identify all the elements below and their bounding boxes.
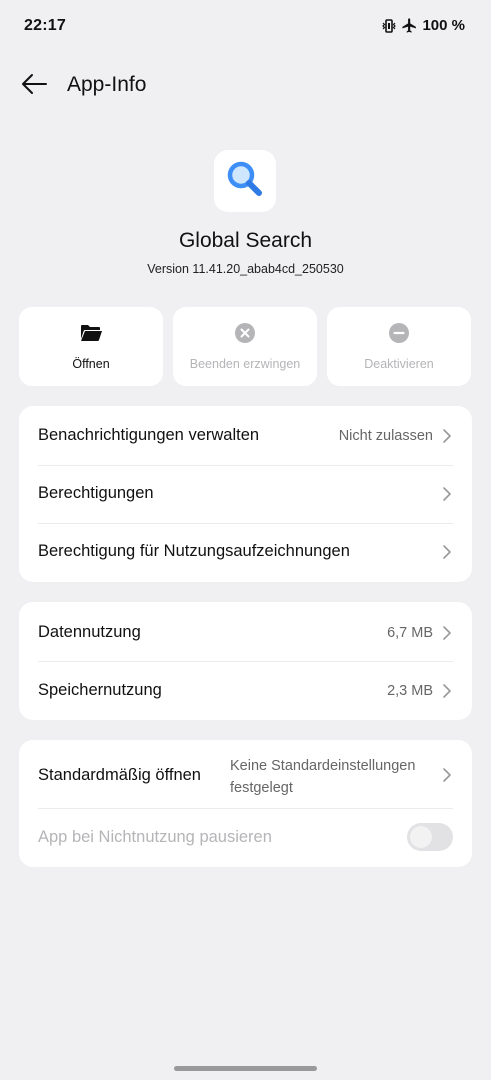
magnifier-icon (223, 157, 267, 206)
back-button[interactable] (14, 66, 54, 106)
settings-card-defaults: Standardmäßig öffnen Keine Standardeinst… (19, 740, 472, 867)
disable-label: Deaktivieren (364, 357, 434, 371)
force-stop-label: Beenden erzwingen (189, 357, 301, 371)
usage-access-title: Berechtigung für Nutzungsaufzeichnungen (38, 542, 350, 560)
close-circle-icon (234, 322, 256, 349)
open-button[interactable]: Öffnen (19, 307, 163, 386)
manage-notifications-title: Benachrichtigungen verwalten (38, 426, 260, 444)
airplane-mode-icon (401, 17, 418, 34)
app-version: Version 11.41.20_abab4cd_250530 (147, 262, 344, 276)
usage-access-row[interactable]: Berechtigung für Nutzungsaufzeichnungen (38, 524, 453, 582)
open-button-label: Öffnen (72, 357, 110, 371)
folder-icon (79, 323, 103, 348)
app-icon (214, 150, 276, 212)
status-bar: 22:17 100 % (0, 0, 491, 54)
chevron-right-icon (443, 429, 451, 443)
status-icons: 100 % (381, 17, 465, 34)
toggle-knob (410, 826, 432, 848)
battery-percentage: 100 % (422, 17, 465, 34)
storage-usage-row[interactable]: Speichernutzung 2,3 MB (38, 662, 453, 720)
data-usage-value: 6,7 MB (387, 625, 433, 641)
action-row: Öffnen Beenden erzwingen Deaktivieren (19, 307, 472, 386)
app-name: Global Search (178, 229, 313, 252)
app-bar: App-Info (0, 62, 491, 112)
arrow-left-icon (20, 72, 48, 101)
open-by-default-value-line2: festgelegt (230, 780, 293, 796)
permissions-row[interactable]: Berechtigungen (38, 466, 453, 523)
settings-card-permissions: Benachrichtigungen verwalten Nicht zulas… (19, 406, 472, 582)
pause-app-row: App bei Nichtnutzung pausieren (38, 809, 453, 867)
chevron-right-icon (443, 545, 451, 559)
chevron-right-icon (443, 626, 451, 640)
manage-notifications-value: Nicht zulassen (338, 428, 433, 444)
storage-usage-value: 2,3 MB (387, 683, 433, 699)
vibrate-icon (381, 18, 397, 34)
data-usage-row[interactable]: Datennutzung 6,7 MB (38, 602, 453, 660)
open-by-default-value: Keine Standardeinstellungen festgelegt (230, 755, 415, 799)
settings-card-usage: Datennutzung 6,7 MB Speichernutzung 2,3 … (19, 602, 472, 720)
chevron-right-icon (443, 487, 451, 501)
status-time: 22:17 (24, 17, 66, 34)
minus-circle-icon (388, 322, 410, 349)
open-by-default-value-line1: Keine Standardeinstellungen (230, 758, 416, 774)
force-stop-button[interactable]: Beenden erzwingen (173, 307, 317, 386)
data-usage-title: Datennutzung (38, 623, 141, 641)
page-title: App-Info (67, 73, 147, 96)
home-indicator[interactable] (174, 1066, 317, 1071)
pause-app-title: App bei Nichtnutzung pausieren (38, 828, 272, 846)
open-by-default-title: Standardmäßig öffnen (38, 766, 201, 784)
storage-usage-title: Speichernutzung (38, 681, 162, 699)
permissions-title: Berechtigungen (38, 484, 154, 502)
pause-app-toggle[interactable] (407, 823, 453, 851)
manage-notifications-row[interactable]: Benachrichtigungen verwalten Nicht zulas… (38, 406, 453, 464)
open-by-default-row[interactable]: Standardmäßig öffnen Keine Standardeinst… (38, 740, 453, 808)
chevron-right-icon (443, 684, 451, 698)
chevron-right-icon (443, 768, 451, 782)
disable-button[interactable]: Deaktivieren (327, 307, 471, 386)
